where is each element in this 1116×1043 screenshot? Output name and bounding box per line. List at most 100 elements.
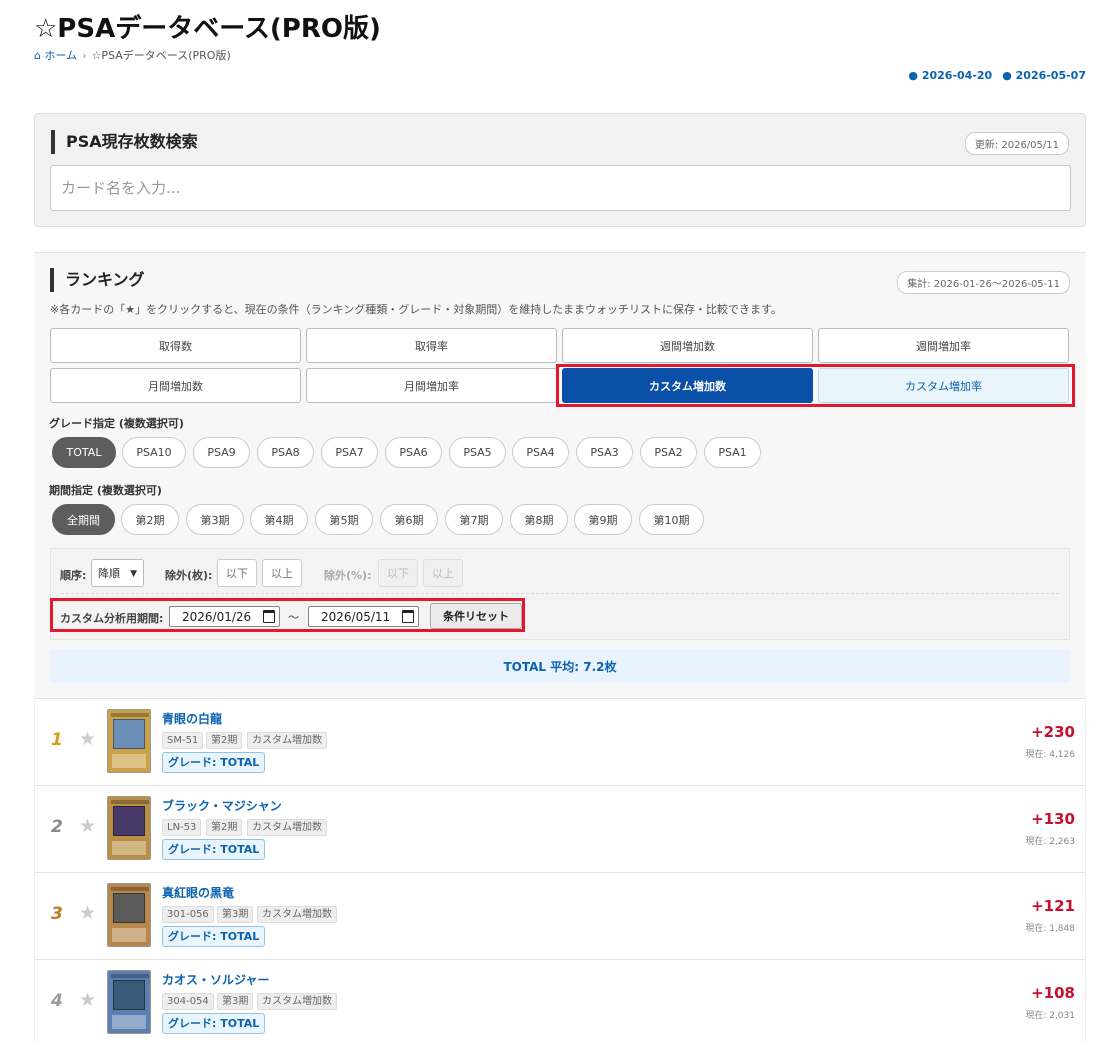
card-code-tag: 304-054: [162, 993, 214, 1010]
tab-acquired-count[interactable]: 取得数: [50, 328, 301, 363]
date-link[interactable]: ● 2026-04-20: [908, 69, 992, 82]
card-type-tag: カスタム増加数: [257, 993, 337, 1010]
list-item[interactable]: 4 ★ カオス・ソルジャー 304-054 第3期 カスタム増加数 グレード: …: [34, 959, 1086, 1043]
card-period-tag: 第2期: [206, 732, 243, 749]
rank-number: 1: [51, 730, 63, 750]
tab-monthly-increase-rate[interactable]: 月間増加率: [306, 368, 557, 403]
increase-value: +130: [1031, 810, 1075, 828]
exclude-percent-label: 除外(%):: [324, 569, 372, 582]
order-select-value: 降順: [98, 567, 120, 580]
tab-monthly-increase[interactable]: 月間増加数: [50, 368, 301, 403]
card-name-link[interactable]: 真紅眼の黒竜: [162, 884, 234, 901]
divider: [61, 593, 1059, 594]
chip-grade-psa9[interactable]: PSA9: [193, 437, 250, 468]
chip-grade-psa7[interactable]: PSA7: [321, 437, 378, 468]
chip-period-2[interactable]: 第2期: [121, 504, 179, 535]
tab-custom-increase[interactable]: カスタム増加数: [562, 368, 813, 403]
order-label: 順序:: [60, 569, 87, 582]
card-thumbnail[interactable]: [107, 796, 151, 860]
calendar-icon: [402, 610, 414, 623]
custom-period-start-date[interactable]: 2026/01/26: [169, 606, 280, 627]
chip-period-6[interactable]: 第6期: [380, 504, 438, 535]
star-icon[interactable]: ★: [79, 728, 96, 750]
current-count: 現在: 4,126: [1025, 750, 1075, 760]
ranking-heading: ランキング: [50, 268, 145, 292]
update-dates: ● 2026-04-20 ● 2026-05-07: [898, 69, 1086, 82]
order-select[interactable]: 降順 ▼: [91, 559, 144, 587]
reset-conditions-button[interactable]: 条件リセット: [430, 603, 522, 629]
card-period-tag: 第3期: [217, 906, 254, 923]
chip-grade-psa4[interactable]: PSA4: [512, 437, 569, 468]
end-date-value: 2026/05/11: [321, 609, 391, 624]
chip-period-7[interactable]: 第7期: [445, 504, 503, 535]
start-date-value: 2026/01/26: [182, 609, 252, 624]
chip-period-9[interactable]: 第9期: [574, 504, 632, 535]
exclude-percent-above-button[interactable]: 以上: [423, 559, 463, 587]
tab-weekly-increase-rate[interactable]: 週間増加率: [818, 328, 1069, 363]
chip-period-8[interactable]: 第8期: [510, 504, 568, 535]
chip-grade-psa5[interactable]: PSA5: [449, 437, 506, 468]
custom-period-end-date[interactable]: 2026/05/11: [308, 606, 419, 627]
card-code-tag: 301-056: [162, 906, 214, 923]
chevron-down-icon: ▼: [130, 569, 137, 579]
chip-period-4[interactable]: 第4期: [250, 504, 308, 535]
card-thumbnail[interactable]: [107, 970, 151, 1034]
list-item[interactable]: 1 ★ 青眼の白龍 SM-51 第2期 カスタム増加数 グレード: TOTAL …: [34, 698, 1086, 785]
chip-grade-psa2[interactable]: PSA2: [640, 437, 697, 468]
breadcrumb-current: ☆PSAデータベース(PRO版): [91, 49, 231, 62]
list-item[interactable]: 3 ★ 真紅眼の黒竜 301-056 第3期 カスタム増加数 グレード: TOT…: [34, 872, 1086, 959]
card-period-tag: 第2期: [206, 819, 243, 836]
chip-period-10[interactable]: 第10期: [639, 504, 704, 535]
card-name-link[interactable]: カオス・ソルジャー: [162, 971, 269, 988]
tab-custom-increase-rate[interactable]: カスタム増加率: [818, 368, 1069, 403]
list-item[interactable]: 2 ★ ブラック・マジシャン LN-53 第2期 カスタム増加数 グレード: T…: [34, 785, 1086, 872]
chip-period-5[interactable]: 第5期: [315, 504, 373, 535]
ranking-note: ※各カードの「★」をクリックすると、現在の条件（ランキング種類・グレード・対象期…: [50, 303, 782, 316]
exclude-count-above-button[interactable]: 以上: [262, 559, 302, 587]
calendar-icon: [263, 610, 275, 623]
ranking-panel: ランキング 集計: 2026-01-26〜2026-05-11 ※各カードの「★…: [34, 252, 1086, 698]
star-icon[interactable]: ★: [79, 989, 96, 1011]
exclude-percent-below-button[interactable]: 以下: [378, 559, 418, 587]
increase-value: +108: [1031, 984, 1075, 1002]
tab-weekly-increase[interactable]: 週間増加数: [562, 328, 813, 363]
exclude-count-below-button[interactable]: 以下: [217, 559, 257, 587]
updated-badge: 更新: 2026/05/11: [964, 132, 1069, 155]
page: { "page": { "title": "☆PSAデータベース(PRO版)",…: [0, 0, 1116, 1043]
star-icon[interactable]: ★: [79, 815, 96, 837]
period-label: 期間指定 (複数選択可): [49, 484, 162, 497]
page-title: ☆PSAデータベース(PRO版): [34, 14, 381, 44]
card-type-tag: カスタム増加数: [247, 819, 327, 836]
grade-label: グレード指定 (複数選択可): [49, 417, 184, 430]
card-period-tag: 第3期: [217, 993, 254, 1010]
filter-panel: 順序: 降順 ▼ 除外(枚): 以下 以上 除外(%): 以下 以上 カスタム分…: [50, 548, 1070, 640]
grade-badge: グレード: TOTAL: [162, 1013, 266, 1034]
star-icon[interactable]: ★: [79, 902, 96, 924]
card-name-link[interactable]: ブラック・マジシャン: [162, 797, 282, 814]
breadcrumb-home-link[interactable]: ⌂ ホーム: [34, 49, 77, 62]
card-thumbnail[interactable]: [107, 883, 151, 947]
chip-period-3[interactable]: 第3期: [186, 504, 244, 535]
rank-number: 3: [51, 904, 63, 924]
breadcrumb-separator: ›: [82, 49, 87, 62]
chip-grade-psa1[interactable]: PSA1: [704, 437, 761, 468]
rank-number: 2: [51, 817, 63, 837]
current-count: 現在: 2,263: [1025, 837, 1075, 847]
card-thumbnail[interactable]: [107, 709, 151, 773]
grade-badge: グレード: TOTAL: [162, 752, 266, 773]
card-type-tag: カスタム増加数: [247, 732, 327, 749]
card-search-input[interactable]: [50, 165, 1071, 211]
chip-grade-psa10[interactable]: PSA10: [122, 437, 186, 468]
chip-grade-psa6[interactable]: PSA6: [385, 437, 442, 468]
card-type-tag: カスタム増加数: [257, 906, 337, 923]
card-name-link[interactable]: 青眼の白龍: [162, 710, 222, 727]
tab-acquired-rate[interactable]: 取得率: [306, 328, 557, 363]
chip-grade-psa3[interactable]: PSA3: [576, 437, 633, 468]
current-count: 現在: 2,031: [1025, 1011, 1075, 1021]
date-link[interactable]: ● 2026-05-07: [1002, 69, 1086, 82]
chip-grade-total[interactable]: TOTAL: [52, 437, 116, 468]
current-count: 現在: 1,848: [1025, 924, 1075, 934]
chip-period-all[interactable]: 全期間: [52, 504, 115, 535]
chip-grade-psa8[interactable]: PSA8: [257, 437, 314, 468]
search-heading: PSA現存枚数検索: [51, 130, 198, 154]
